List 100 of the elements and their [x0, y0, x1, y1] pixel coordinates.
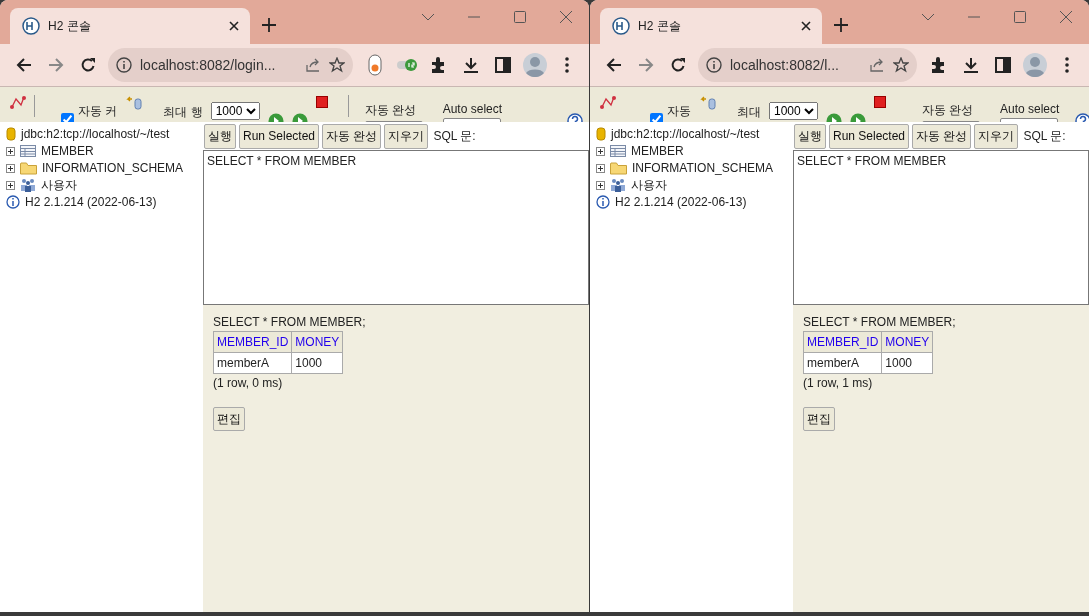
table-icon [20, 145, 36, 157]
autocommit-label: 자동 [667, 103, 691, 120]
toolbar-button[interactable]: 실행 [794, 123, 826, 149]
max-rows-select[interactable]: 1000 [210, 102, 260, 120]
auto-select-label: Auto select [442, 102, 503, 116]
column-header[interactable]: MONEY [291, 331, 343, 353]
autocomplete-label: 자동 완성 [922, 102, 975, 119]
disconnect-icon[interactable] [10, 95, 26, 109]
js-extension-icon[interactable] [396, 58, 418, 72]
database-icon [596, 126, 606, 142]
toolbar-button[interactable]: Run Selected [829, 123, 910, 149]
disconnect-icon[interactable] [600, 95, 616, 109]
database-icon [6, 126, 16, 142]
version-text: H2 2.1.214 (2022-06-13) [615, 195, 747, 209]
reload-icon[interactable] [670, 57, 686, 73]
tab-title: H2 콘솔 [48, 17, 92, 35]
version-text: H2 2.1.214 (2022-06-13) [25, 195, 157, 209]
toolbar-button[interactable]: Run Selected [239, 123, 320, 149]
side-panel-icon[interactable] [995, 57, 1011, 73]
tree-item[interactable]: MEMBER [41, 144, 94, 158]
download-icon[interactable] [463, 57, 479, 73]
toolbar-button[interactable]: 실행 [204, 123, 236, 149]
share-icon[interactable] [869, 57, 885, 73]
expand-icon[interactable] [6, 146, 15, 156]
column-header[interactable]: MEMBER_ID [213, 331, 292, 353]
menu-icon[interactable] [1065, 57, 1069, 73]
h2-logo-icon [22, 17, 40, 35]
toolbar-button[interactable]: 자동 완성 [912, 123, 972, 149]
connection-url[interactable]: jdbc:h2:tcp://localhost/~/test [611, 127, 760, 141]
maximize-icon[interactable] [514, 11, 526, 23]
users-icon [610, 178, 626, 192]
maximize-icon[interactable] [1014, 11, 1026, 23]
table-cell: memberA [803, 352, 882, 374]
back-icon[interactable] [606, 57, 622, 73]
url-text: localhost:8082/l... [730, 57, 840, 73]
folder-icon [20, 161, 37, 175]
max-rows-select[interactable]: 1000 [769, 102, 818, 120]
reload-icon[interactable] [80, 57, 96, 73]
expand-icon[interactable] [596, 163, 605, 173]
toolbar-button[interactable]: 지우기 [384, 123, 429, 149]
info-icon [706, 57, 722, 73]
result-summary: (1 row, 1 ms) [803, 376, 873, 390]
browser-tab[interactable]: H2 콘솔 [600, 8, 822, 44]
new-tab-icon[interactable] [834, 18, 848, 32]
info-icon [116, 57, 132, 73]
address-bar[interactable]: localhost:8082/l... [698, 48, 917, 82]
result-statement: SELECT * FROM MEMBER; [803, 315, 956, 329]
max-rows-label: 최대 행 [163, 104, 203, 121]
sql-statement-label: SQL 문: [433, 127, 476, 145]
star-icon[interactable] [329, 57, 345, 73]
result-statement: SELECT * FROM MEMBER; [213, 315, 366, 329]
edit-button[interactable]: 편집 [213, 407, 245, 431]
info-icon [6, 195, 20, 209]
column-header[interactable]: MONEY [881, 331, 933, 353]
rollback-icon[interactable] [699, 95, 717, 111]
chevron-down-icon[interactable] [921, 13, 935, 21]
chevron-down-icon[interactable] [421, 13, 435, 21]
menu-icon[interactable] [565, 57, 569, 73]
tree-item[interactable]: INFORMATION_SCHEMA [632, 161, 774, 175]
sql-editor[interactable]: SELECT * FROM MEMBER [203, 150, 589, 305]
tree-item[interactable]: 사용자 [631, 176, 667, 194]
sql-editor[interactable]: SELECT * FROM MEMBER [793, 150, 1089, 305]
h2-logo-icon [612, 17, 630, 35]
max-rows-label: 최대 [737, 104, 761, 121]
table-cell: memberA [213, 352, 292, 374]
tree-item[interactable]: 사용자 [41, 176, 77, 194]
tab-title: H2 콘솔 [638, 17, 682, 35]
rollback-icon[interactable] [125, 95, 144, 111]
close-icon[interactable] [560, 11, 572, 23]
expand-icon[interactable] [596, 180, 605, 190]
expand-icon[interactable] [596, 146, 605, 156]
url-text: localhost:8082/login... [140, 57, 277, 73]
autocomplete-label: 자동 완성 [364, 102, 418, 119]
expand-icon[interactable] [6, 163, 15, 173]
address-bar[interactable]: localhost:8082/login... [108, 48, 353, 82]
tree-item[interactable]: INFORMATION_SCHEMA [42, 161, 184, 175]
forward-icon[interactable] [48, 57, 64, 73]
back-icon[interactable] [16, 57, 32, 73]
close-icon[interactable] [1060, 11, 1072, 23]
side-panel-icon[interactable] [495, 57, 511, 73]
auto-select-label: Auto select [1000, 102, 1060, 116]
tree-item[interactable]: MEMBER [631, 144, 684, 158]
edit-button[interactable]: 편집 [803, 407, 835, 431]
new-tab-icon[interactable] [262, 18, 276, 32]
star-icon[interactable] [893, 57, 909, 73]
share-icon[interactable] [305, 57, 321, 73]
sql-statement-label: SQL 문: [1023, 127, 1066, 145]
column-header[interactable]: MEMBER_ID [803, 331, 882, 353]
toolbar-button[interactable]: 지우기 [974, 123, 1019, 149]
forward-icon[interactable] [638, 57, 654, 73]
toolbar-button[interactable]: 자동 완성 [322, 123, 382, 149]
table-icon [610, 145, 626, 157]
download-icon[interactable] [963, 57, 979, 73]
expand-icon[interactable] [6, 180, 15, 190]
toggle-extension-icon[interactable] [368, 54, 382, 76]
connection-url[interactable]: jdbc:h2:tcp://localhost/~/test [21, 127, 170, 141]
autocommit-label: 자동 커 [78, 103, 118, 120]
users-icon [20, 178, 36, 192]
browser-tab[interactable]: H2 콘솔 [10, 8, 250, 44]
stop-icon[interactable] [315, 96, 328, 108]
